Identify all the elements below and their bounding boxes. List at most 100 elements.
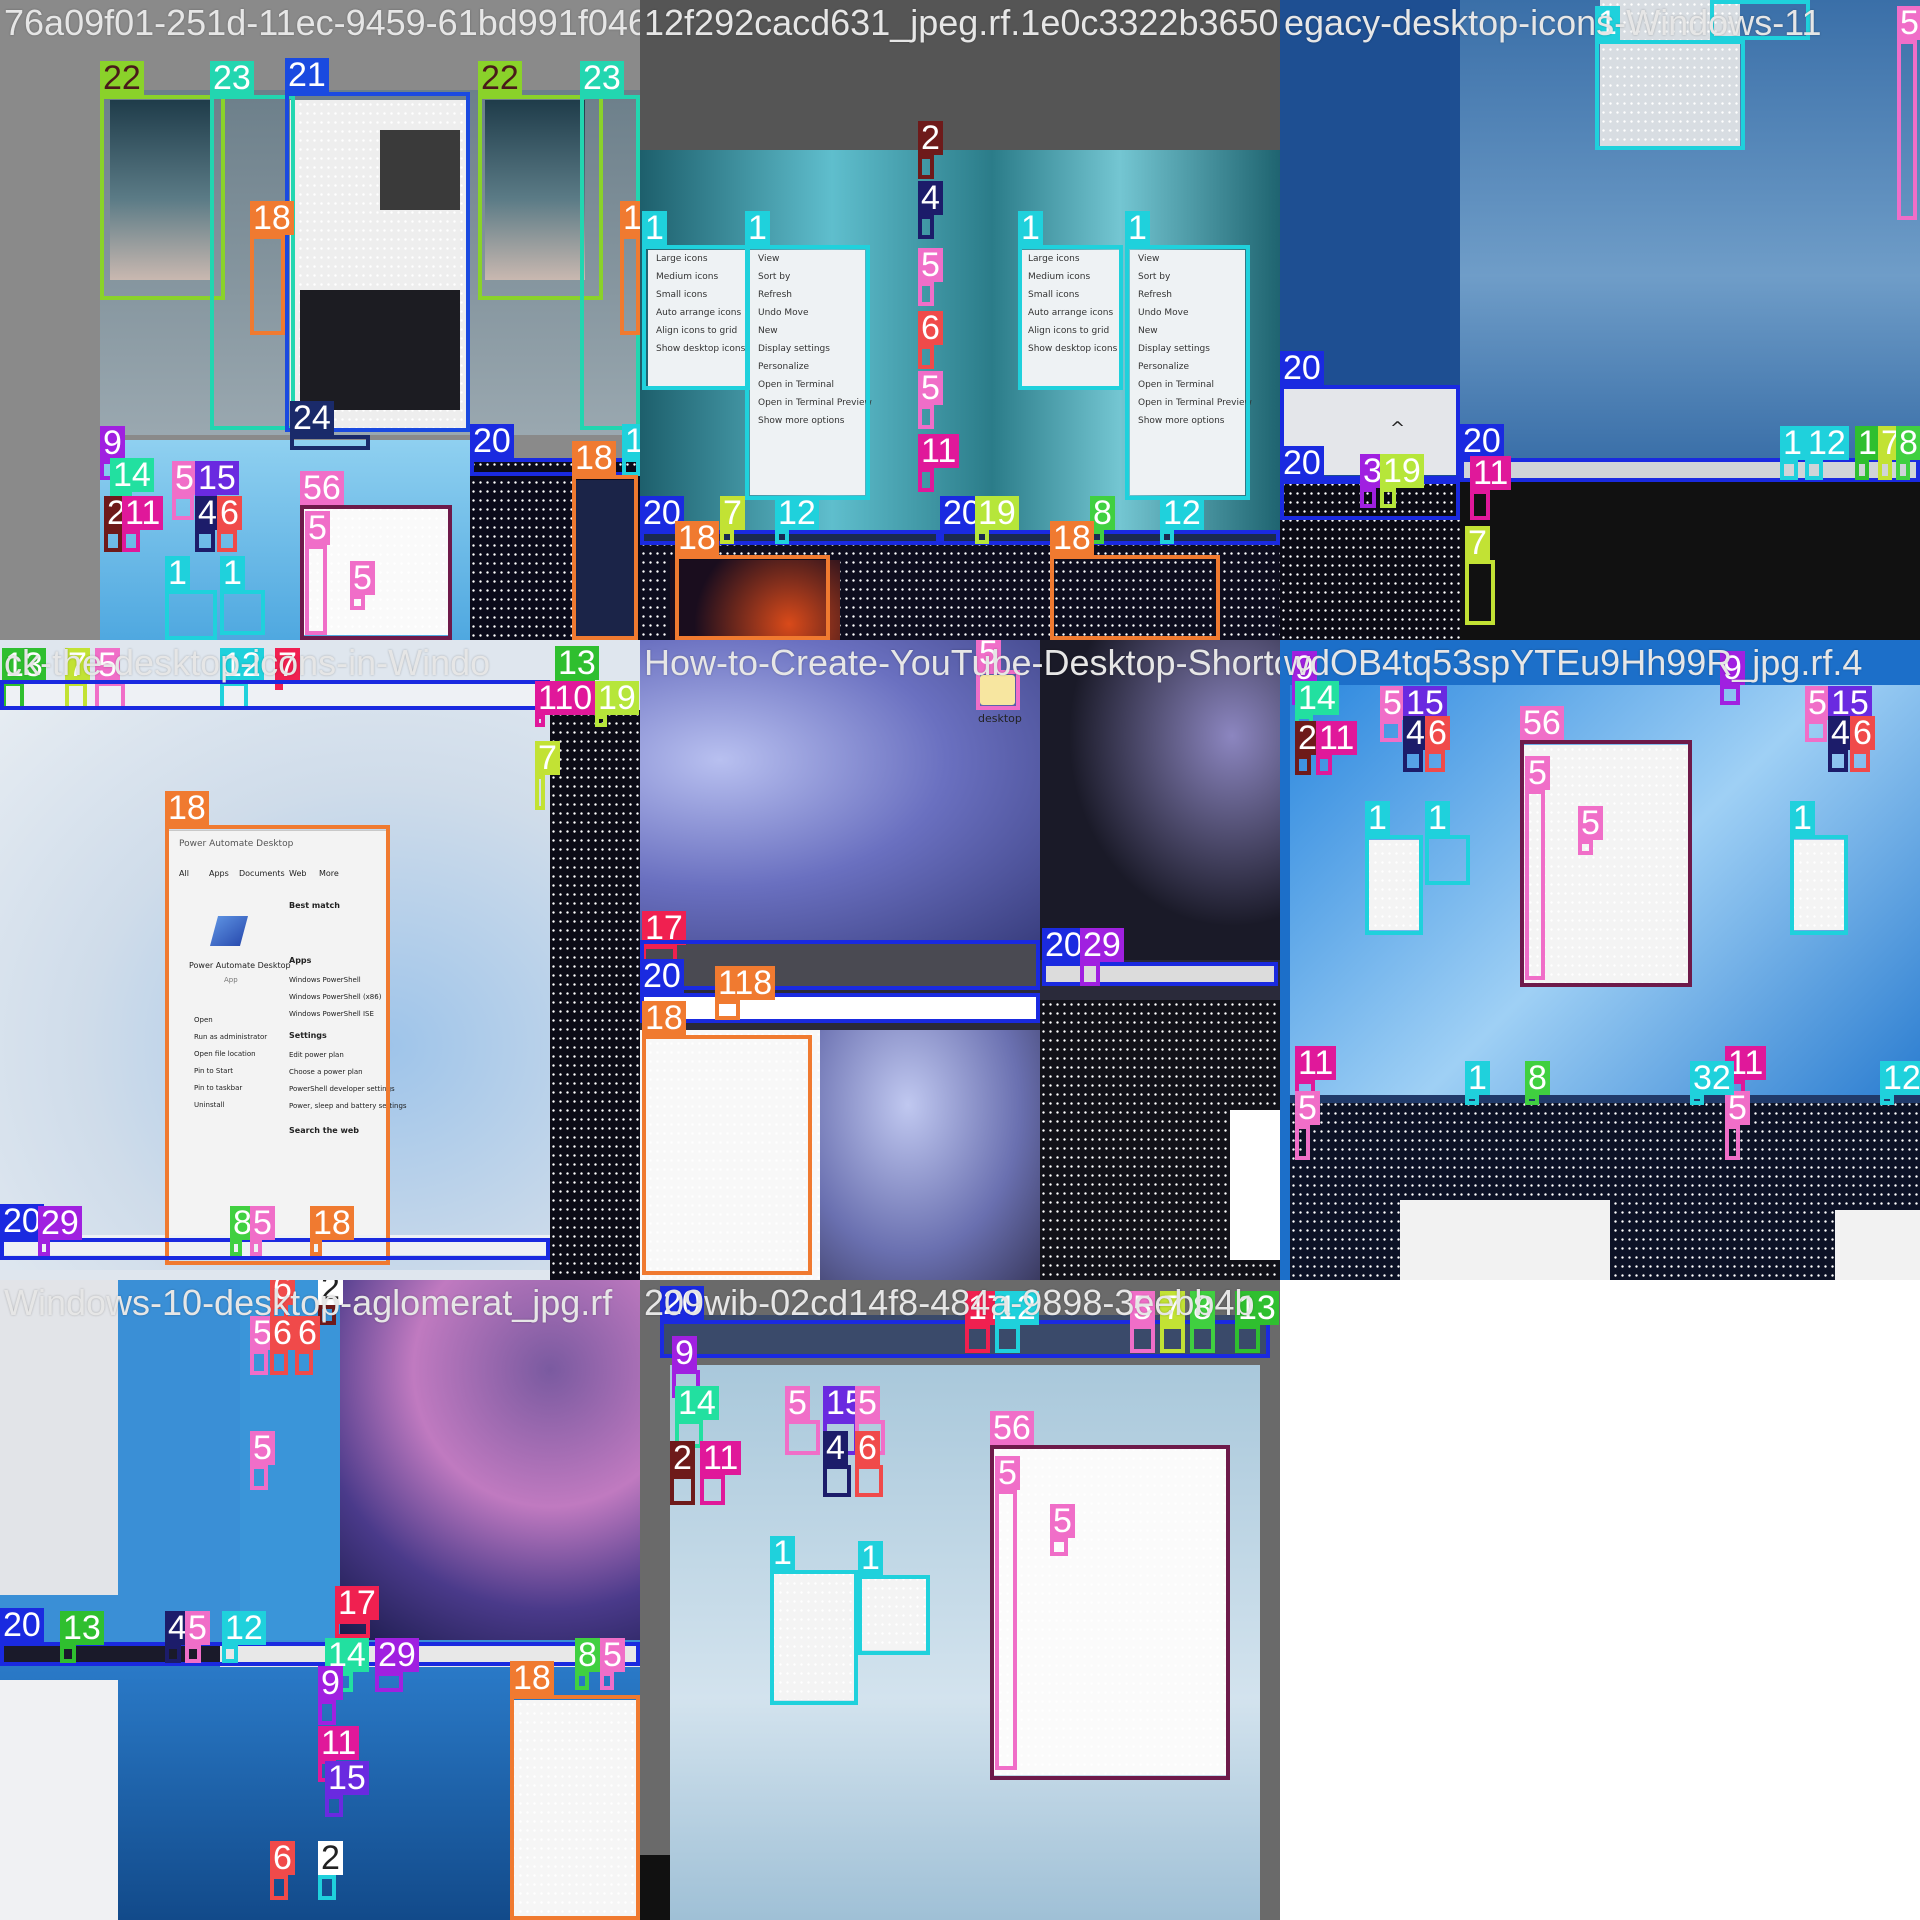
tile-8: 209wib-02cd14f8-484a-9898-3eebb4b 20 17 … — [640, 1280, 1280, 1920]
bbox-2: 2 — [670, 1441, 695, 1505]
bbox-19: 19 — [1380, 454, 1424, 508]
bbox-5d: 5 — [1805, 686, 1830, 742]
bbox-12: 12 — [622, 424, 640, 476]
tile-title: How-to-Create-YouTube-Desktop-Shortcut — [644, 642, 1280, 683]
dark-edge — [640, 1855, 670, 1920]
bbox-5: 5 — [1130, 1291, 1155, 1353]
bbox-56: 56 — [990, 1411, 1230, 1780]
bbox-20b: 20 — [940, 496, 1280, 545]
tile-4: ck-the-desktop-icons-in-Windo Power Auto… — [0, 640, 640, 1280]
bbox-5f: 5 — [1725, 1091, 1750, 1160]
bbox-12: 12 — [995, 1291, 1039, 1353]
bbox-1b: 1 — [220, 556, 265, 635]
bbox-6c: 6 — [295, 1316, 320, 1375]
bbox-5: 5 — [1380, 686, 1405, 742]
bbox-11: 11 — [1470, 456, 1512, 520]
bbox-2: 2 — [918, 121, 943, 179]
white-window-edge — [1230, 1110, 1280, 1260]
bbox-8: 8 — [1525, 1061, 1550, 1105]
bbox-6d: 6 — [270, 1841, 295, 1900]
bbox-18: 18 — [250, 201, 294, 335]
bbox-2: 2 — [104, 496, 129, 552]
bbox-6: 6 — [855, 1431, 883, 1497]
bbox-11: 11 — [918, 434, 960, 492]
bbox-12: 12 — [775, 496, 819, 544]
bbox-4: 4 — [918, 181, 943, 239]
bbox-7: 7 — [1160, 1291, 1185, 1353]
bbox-3: 3 — [1360, 454, 1385, 508]
bbox-5c: 5 — [1578, 806, 1603, 855]
settings-window — [0, 1280, 118, 1595]
bbox-1d: 1 — [1125, 211, 1250, 500]
tile-2: 12f292cacd631_jpeg.rf.1e0c3322b3650a984 … — [640, 0, 1280, 640]
bbox-13: 13 — [60, 1611, 104, 1663]
bbox-8: 8 — [1896, 426, 1920, 480]
bbox-1: 1 — [165, 556, 217, 640]
bbox-18: 118 — [715, 966, 776, 1020]
bbox-24: 24 — [290, 401, 370, 450]
bbox-6: 6 — [918, 311, 943, 369]
icons-desktop — [1460, 482, 1920, 640]
tile-title: Windows-10-desktop-aglomerat_jpg.rf — [4, 1282, 613, 1323]
settings-lower — [0, 1680, 118, 1920]
bbox-11: 11 — [122, 496, 164, 552]
taskbar — [1290, 1095, 1920, 1103]
bbox-1: 1 — [1595, 6, 1745, 150]
bbox-7: 7 — [1465, 526, 1495, 625]
bbox-6b: 6 — [270, 1316, 295, 1375]
bbox-6: 6 — [1425, 716, 1450, 772]
bbox-5e: 5 — [1050, 1504, 1075, 1556]
bbox-5: 5 — [172, 461, 197, 520]
bbox-8: 8 — [1190, 1291, 1215, 1353]
bbox-18b: 18 — [310, 1206, 354, 1256]
bbox-4b: 4 — [1828, 716, 1853, 772]
bbox-11: 11 — [700, 1441, 742, 1505]
bbox-9: 9 — [318, 1666, 343, 1725]
bbox-20 — [0, 680, 550, 710]
bbox-12b: 12 — [1160, 496, 1204, 544]
bbox-5: 5 — [250, 1316, 275, 1375]
bbox-5c: 5 — [185, 1611, 210, 1663]
bbox-12: 12 — [1805, 426, 1849, 480]
bbox-4: 4 — [1403, 716, 1428, 772]
bbox-32: 32 — [1690, 1061, 1734, 1105]
bbox-5b: 5 — [1525, 756, 1550, 980]
bbox-1c: 1 — [1780, 426, 1805, 480]
desktop-shortcut-label[interactable]: desktop — [978, 712, 1022, 725]
bbox-12: 12 — [222, 1611, 266, 1663]
bbox-1: 1 — [1365, 801, 1423, 935]
annotation-mosaic: 76a09f01-251d-11ec-9459-61bd991f0462_jpg… — [0, 0, 1920, 1920]
tile-title: wdOB4tq53spYTEu9Hh99R_jpg.rf.4 — [1284, 642, 1863, 683]
bbox-21: 21 — [285, 58, 470, 432]
bbox-20b: 20 — [640, 959, 1040, 1023]
tile-title: ck-the-desktop-icons-in-Windo — [4, 642, 491, 683]
bbox-5b: 5 — [250, 1431, 275, 1490]
bbox-5b: 5 — [250, 1206, 275, 1256]
bbox-6: 6 — [217, 496, 242, 552]
bbox-5b: 5 — [785, 1386, 820, 1455]
bbox-20c: 20 — [1042, 928, 1278, 986]
tile-title: 12f292cacd631_jpeg.rf.1e0c3322b3650a984 — [644, 2, 1280, 43]
bbox-5c: 5 — [350, 561, 375, 610]
dark-side — [550, 710, 640, 1280]
bbox-2: 2 — [1295, 721, 1320, 775]
bbox-29: 29 — [1080, 928, 1124, 986]
youtube-window — [1400, 1200, 1610, 1280]
bbox-18: 18 — [510, 1661, 640, 1920]
bbox-17: 17 — [965, 1291, 1009, 1353]
bbox-20b: 20 — [0, 1204, 550, 1260]
bbox-20 — [640, 940, 1040, 990]
bbox-18b: 18 — [620, 201, 640, 335]
bbox-5b: 5 — [918, 371, 943, 429]
bbox-1c: 1 — [1790, 801, 1848, 935]
bbox-1c: 1 — [1018, 211, 1123, 390]
youtube-window — [1835, 1210, 1920, 1280]
bbox-7: 7 — [720, 496, 745, 544]
bbox-12: 12 — [1880, 1061, 1920, 1105]
tile-title: 209wib-02cd14f8-484a-9898-3eebb4b — [644, 1282, 1255, 1323]
bbox-22: 22 — [100, 61, 225, 300]
bbox-4: 4 — [823, 1431, 851, 1497]
tile-title: egacy-desktop-icons-Windows-11 — [1284, 2, 1822, 43]
tile-6: wdOB4tq53spYTEu9Hh99R_jpg.rf.4 9 14 2 11… — [1280, 640, 1920, 1280]
bbox-18b: 18 — [1050, 521, 1220, 640]
